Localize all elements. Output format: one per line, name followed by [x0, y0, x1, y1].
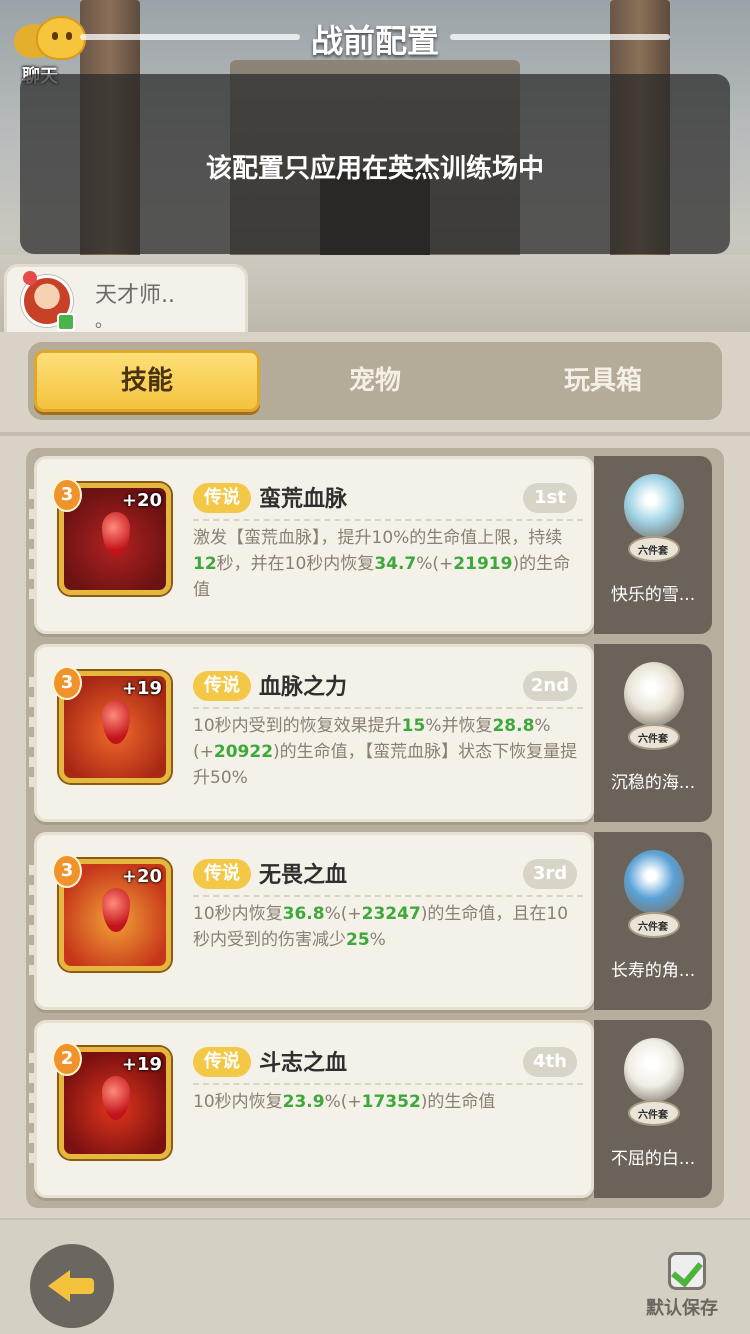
- description-segment: 10秒内恢复: [193, 1092, 283, 1112]
- blood-drop-icon: [102, 1076, 130, 1120]
- notice-text: 该配置只应用在英杰训练场中: [205, 154, 544, 184]
- skill-card[interactable]: 2 +19 传说 斗志之血 4th 10秒内恢复23.9%(+17352)的生命值: [29, 1020, 599, 1198]
- skill-bonus-value: +19: [121, 678, 162, 699]
- description-segment: %(+: [324, 1092, 362, 1112]
- description-segment: 23247: [361, 904, 421, 924]
- description-segment: )的生命值: [420, 1092, 496, 1112]
- description-segment: 17352: [361, 1092, 421, 1112]
- pet-set-label: 六件套: [638, 1110, 668, 1121]
- description-segment: %(+: [416, 554, 454, 574]
- skill-level-badge: 3: [52, 854, 82, 888]
- blood-drop-icon: [102, 888, 130, 932]
- tab-bar: 技能 宠物 玩具箱: [28, 342, 722, 420]
- description-segment: 20922: [213, 742, 274, 762]
- rarity-badge: 传说: [193, 1047, 251, 1077]
- skill-name: 斗志之血: [259, 1051, 348, 1076]
- description-segment: 21919: [453, 554, 513, 574]
- pet-figure-icon: [624, 1038, 684, 1102]
- skill-bonus-value: +19: [121, 1054, 162, 1075]
- skill-bonus-value: +20: [121, 490, 162, 511]
- back-arrow-icon: [48, 1270, 70, 1302]
- back-button[interactable]: [30, 1244, 114, 1328]
- skill-card[interactable]: 3 +19 传说 血脉之力 2nd 10秒内受到的恢复效果提升15%并恢复28.8%(+2…: [29, 644, 599, 822]
- player-name: 天才师..: [95, 283, 175, 308]
- description-segment: 10秒内受到的恢复效果提升: [193, 716, 402, 736]
- description-segment: 15: [401, 716, 426, 736]
- skill-bonus-value: +20: [121, 866, 162, 887]
- slot-rank-badge: 1st: [523, 483, 577, 513]
- description-segment: %并恢复: [425, 716, 493, 736]
- pet-figure-icon: [624, 662, 684, 726]
- chat-badge-icon: [57, 313, 75, 331]
- pet-set-label: 六件套: [638, 734, 668, 745]
- description-segment: 激发【蛮荒血脉】，提升10%的生命值上限，持续: [193, 528, 563, 548]
- rarity-badge: 传说: [193, 483, 251, 513]
- skill-card[interactable]: 3 +20 传说 无畏之血 3rd 10秒内恢复36.8%(+23247)的生命值，且在1…: [29, 832, 599, 1010]
- dashed-divider: [193, 519, 583, 521]
- description-segment: 25: [346, 930, 370, 950]
- player-subtitle: 。: [95, 311, 113, 332]
- default-save-checkbox[interactable]: [668, 1252, 706, 1290]
- pet-slot[interactable]: 六件套不屈的白...: [594, 1020, 712, 1198]
- tab-toybox[interactable]: 玩具箱: [490, 350, 716, 412]
- blood-drop-icon: [102, 700, 130, 744]
- divider: [0, 432, 750, 436]
- description-segment: 10秒内恢复: [193, 904, 283, 924]
- description-segment: 28.8: [492, 716, 535, 736]
- pet-figure-icon: [624, 850, 684, 914]
- skill-icon[interactable]: 3 +20: [52, 478, 171, 595]
- pet-set-label: 六件套: [638, 922, 668, 933]
- skill-name: 血脉之力: [259, 675, 348, 700]
- pet-name: 长寿的角...: [610, 961, 696, 981]
- description-segment: 12: [193, 554, 217, 574]
- pet-name: 不屈的白...: [610, 1149, 696, 1169]
- pet-slot[interactable]: 六件套快乐的雪...: [594, 456, 712, 634]
- skill-icon[interactable]: 3 +20: [52, 854, 171, 971]
- description-segment: 36.8: [282, 904, 325, 924]
- player-profile-card[interactable]: 天才师.. 。: [4, 264, 248, 336]
- skill-card[interactable]: 3 +20 传说 蛮荒血脉 1st 激发【蛮荒血脉】，提升10%的生命值上限，持续 12秒，…: [29, 456, 599, 634]
- page-title: 战前配置: [310, 22, 439, 60]
- pet-name: 快乐的雪...: [610, 585, 696, 605]
- slot-rank-badge: 2nd: [523, 671, 577, 701]
- dashed-divider: [193, 895, 583, 897]
- skill-icon[interactable]: 3 +19: [52, 666, 171, 783]
- tab-skills[interactable]: 技能: [34, 350, 260, 412]
- tab-pets[interactable]: 宠物: [262, 350, 488, 412]
- description-segment: %(+: [324, 904, 362, 924]
- skill-description: 10秒内恢复36.8%(+23247)的生命值，且在10秒内受到的伤害减少25%: [193, 901, 585, 953]
- description-segment: %: [369, 930, 386, 950]
- blood-drop-icon: [102, 512, 130, 556]
- skill-description: 10秒内恢复23.9%(+17352)的生命值: [193, 1089, 585, 1115]
- rarity-badge: 传说: [193, 859, 251, 889]
- skill-level-badge: 3: [52, 478, 82, 512]
- rarity-badge: 传说: [193, 671, 251, 701]
- pet-set-label: 六件套: [638, 546, 668, 557]
- skill-name: 无畏之血: [259, 863, 348, 888]
- dashed-divider: [193, 1083, 583, 1085]
- skill-name: 蛮荒血脉: [259, 487, 348, 512]
- description-segment: 秒，并在10秒内恢复: [216, 554, 375, 574]
- slot-rank-badge: 4th: [523, 1047, 577, 1077]
- default-save-label: 默认保存: [646, 1298, 718, 1319]
- skill-level-badge: 2: [52, 1042, 82, 1076]
- footer-bar: 默认保存: [0, 1218, 750, 1334]
- pet-slot[interactable]: 六件套沉稳的海...: [594, 644, 712, 822]
- description-segment: 23.9: [282, 1092, 325, 1112]
- slot-rank-badge: 3rd: [523, 859, 577, 889]
- pet-slot[interactable]: 六件套长寿的角...: [594, 832, 712, 1010]
- skill-icon[interactable]: 2 +19: [52, 1042, 171, 1159]
- pet-name: 沉稳的海...: [610, 773, 696, 793]
- pet-figure-icon: [624, 474, 684, 538]
- heart-icon: [23, 271, 37, 285]
- dashed-divider: [193, 707, 583, 709]
- skill-level-badge: 3: [52, 666, 82, 700]
- skill-description: 激发【蛮荒血脉】，提升10%的生命值上限，持续 12秒，并在10秒内恢复34.7%…: [193, 525, 585, 603]
- skill-description: 10秒内受到的恢复效果提升15%并恢复28.8%(+20922)的生命值，【蛮荒…: [193, 713, 585, 791]
- description-segment: 34.7: [374, 554, 417, 574]
